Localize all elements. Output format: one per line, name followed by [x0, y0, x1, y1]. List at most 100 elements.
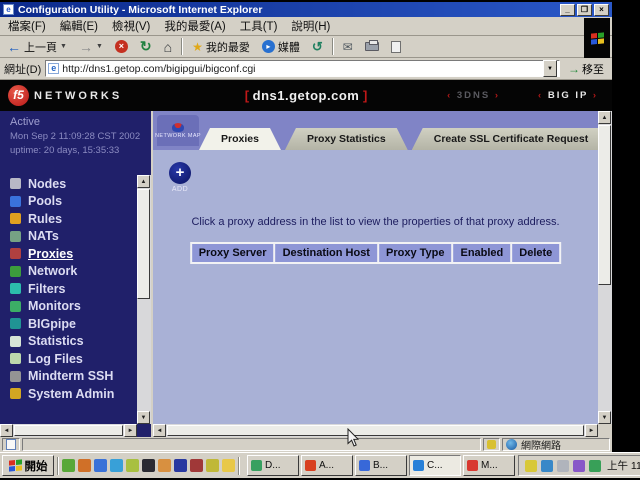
page-icon: e	[48, 63, 59, 74]
volume-icon[interactable]	[525, 460, 537, 472]
menu-edit[interactable]: 編輯(E)	[60, 18, 98, 34]
scrollbar-thumb[interactable]	[598, 125, 611, 285]
sidebar-item-label: Pools	[28, 194, 62, 208]
task-window-button[interactable]: M...	[463, 455, 515, 476]
tab-proxy-statistics[interactable]: Proxy Statistics	[285, 128, 408, 150]
task-window-button-active[interactable]: C...	[409, 455, 461, 476]
filters-icon	[10, 283, 21, 294]
sidebar-nav: Nodes Pools Rules NATs Proxies Network F…	[10, 175, 114, 403]
forward-dropdown-icon[interactable]: ▼	[96, 43, 103, 50]
quicklaunch-icon[interactable]	[190, 459, 203, 472]
sidebar-item-nodes[interactable]: Nodes	[10, 175, 114, 193]
sidebar-item-rules[interactable]: Rules	[10, 210, 114, 228]
sidebar-horizontal-scrollbar[interactable]: ◄ ►	[0, 424, 137, 437]
statistics-icon	[10, 336, 21, 347]
menu-view[interactable]: 檢視(V)	[112, 18, 150, 34]
quicklaunch-icon[interactable]	[94, 459, 107, 472]
proxies-content: + ADD Click a proxy address in the list …	[153, 150, 598, 424]
quicklaunch-icon[interactable]	[110, 459, 123, 472]
quicklaunch-icon[interactable]	[174, 459, 187, 472]
sidebar-item-nats[interactable]: NATs	[10, 228, 114, 246]
scrollbar-thumb[interactable]	[137, 189, 150, 299]
menu-help[interactable]: 說明(H)	[291, 18, 330, 34]
scroll-down-icon[interactable]: ▼	[598, 411, 611, 424]
quicklaunch-icon[interactable]	[158, 459, 171, 472]
back-dropdown-icon[interactable]: ▼	[60, 43, 67, 50]
scroll-up-icon[interactable]: ▲	[137, 175, 150, 188]
tab-create-ssl-certificate-request[interactable]: Create SSL Certificate Request	[412, 128, 610, 150]
quicklaunch-icon[interactable]	[78, 459, 91, 472]
menu-file[interactable]: 檔案(F)	[8, 18, 46, 34]
home-button[interactable]: ⌂	[161, 37, 175, 57]
main-horizontal-scrollbar[interactable]: ◄ ►	[153, 424, 598, 437]
start-button[interactable]: 開始	[2, 455, 54, 476]
history-button[interactable]: ↺	[309, 37, 326, 57]
sidebar-item-network[interactable]: Network	[10, 263, 114, 281]
task-window-button[interactable]: B...	[355, 455, 407, 476]
network-tray-icon[interactable]	[589, 460, 601, 472]
menu-tools[interactable]: 工具(T)	[240, 18, 278, 34]
menu-favorites[interactable]: 我的最愛(A)	[164, 18, 225, 34]
address-dropdown-icon[interactable]: ▼	[543, 60, 557, 77]
scrollbar-thumb[interactable]	[167, 425, 584, 436]
quicklaunch-icon[interactable]	[126, 459, 139, 472]
edit-page-icon	[391, 41, 401, 53]
sidebar-vertical-scrollbar[interactable]: ▲ ▼	[137, 175, 151, 424]
sidebar-item-label: Nodes	[28, 177, 66, 191]
favorites-icon: ★	[192, 40, 203, 54]
messenger-icon[interactable]	[541, 460, 553, 472]
go-button[interactable]: →移至	[564, 60, 608, 78]
network-map-button[interactable]: NETWORK MAP	[157, 115, 199, 146]
quicklaunch-icon[interactable]	[206, 459, 219, 472]
edit-button[interactable]	[388, 37, 404, 57]
add-button[interactable]: +	[169, 162, 191, 184]
sidebar-item-label: Monitors	[28, 299, 81, 313]
pools-icon	[10, 196, 21, 207]
sidebar-item-system-admin[interactable]: System Admin	[10, 385, 114, 403]
sidebar-item-pools[interactable]: Pools	[10, 193, 114, 211]
mail-button[interactable]: ✉	[340, 37, 356, 57]
scroll-up-icon[interactable]: ▲	[598, 111, 611, 124]
display-icon[interactable]	[557, 460, 569, 472]
address-input[interactable]	[62, 63, 543, 75]
sidebar-item-log-files[interactable]: Log Files	[10, 350, 114, 368]
scroll-left-icon[interactable]: ◄	[153, 424, 166, 437]
back-button[interactable]: ←上一頁▼	[4, 37, 70, 57]
sidebar-item-mindterm-ssh[interactable]: Mindterm SSH	[10, 368, 114, 386]
tab-proxies[interactable]: Proxies	[199, 128, 281, 150]
forward-button[interactable]: →▼	[76, 37, 106, 57]
status-message-pane	[22, 438, 481, 451]
sidebar-item-proxies[interactable]: Proxies	[10, 245, 114, 263]
minimize-button[interactable]: _	[560, 4, 575, 16]
scroll-right-icon[interactable]: ►	[585, 424, 598, 437]
sidebar-item-filters[interactable]: Filters	[10, 280, 114, 298]
scrollbar-thumb[interactable]	[14, 425, 123, 436]
maximize-button[interactable]: ❐	[577, 4, 592, 16]
task-window-button[interactable]: A...	[301, 455, 353, 476]
quicklaunch-icon[interactable]	[222, 459, 235, 472]
hostname: dns1.getop.com	[253, 88, 360, 103]
sidebar-item-bigpipe[interactable]: BIGpipe	[10, 315, 114, 333]
quicklaunch-icon[interactable]	[62, 459, 75, 472]
windows-flag-icon	[591, 32, 604, 44]
frames: Active Mon Sep 2 11:09:28 CST 2002 uptim…	[0, 111, 612, 437]
task-window-button[interactable]: D...	[247, 455, 299, 476]
favorites-button[interactable]: ★我的最愛	[189, 37, 253, 57]
scroll-right-icon[interactable]: ►	[124, 424, 137, 437]
media-button[interactable]: ▸媒體	[259, 37, 303, 57]
print-button[interactable]	[362, 37, 382, 57]
stop-button[interactable]: ×	[112, 37, 131, 57]
sidebar-item-monitors[interactable]: Monitors	[10, 298, 114, 316]
link-bigip[interactable]: ‹ BIG IP ›	[538, 90, 598, 101]
close-button[interactable]: ×	[594, 4, 609, 16]
refresh-button[interactable]: ↻	[137, 37, 155, 57]
tray-app-icon[interactable]	[573, 460, 585, 472]
sidebar-item-statistics[interactable]: Statistics	[10, 333, 114, 351]
scroll-down-icon[interactable]: ▼	[137, 411, 150, 424]
main-vertical-scrollbar[interactable]: ▲ ▼	[598, 111, 612, 424]
refresh-icon: ↻	[140, 38, 152, 55]
quicklaunch-icon[interactable]	[142, 459, 155, 472]
scroll-left-icon[interactable]: ◄	[0, 424, 13, 437]
link-3dns[interactable]: ‹ 3DNS ›	[447, 90, 500, 101]
window-icon	[305, 460, 316, 471]
